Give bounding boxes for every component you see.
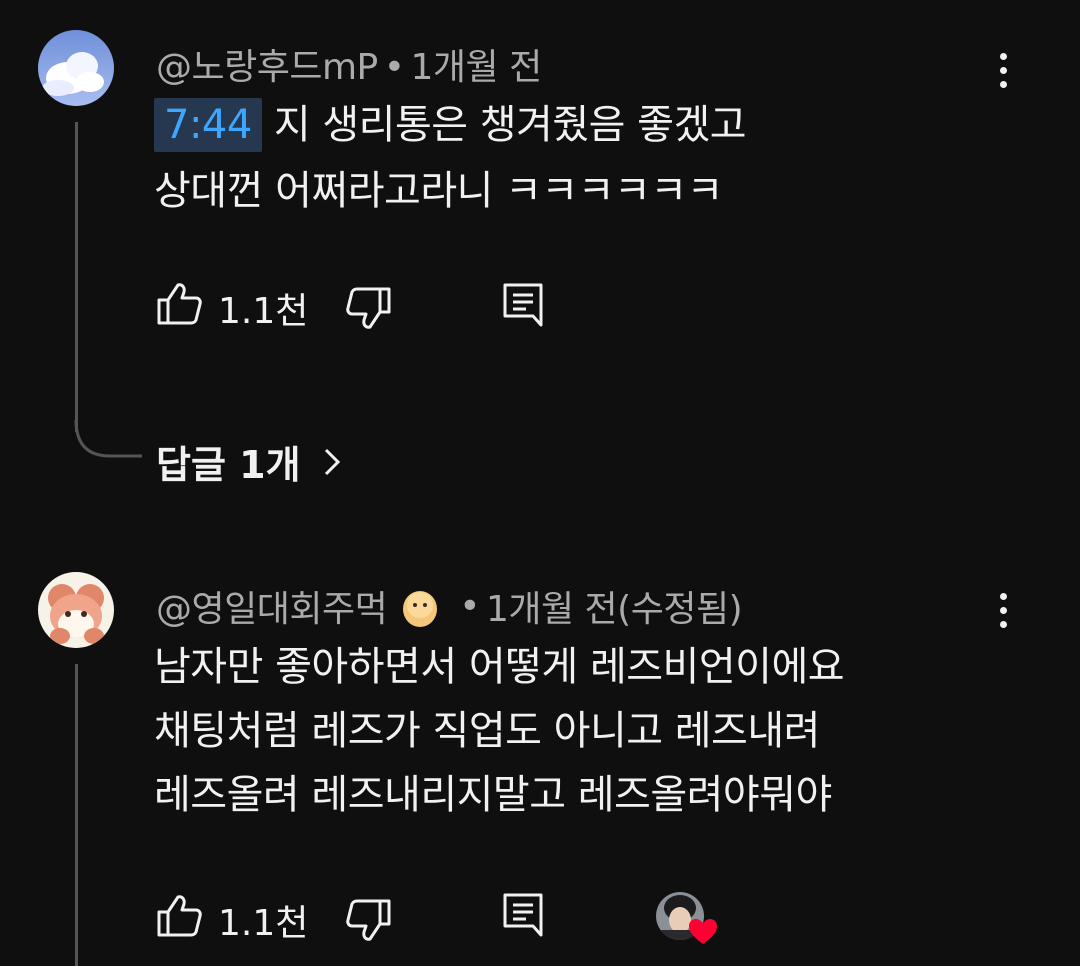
- like-count: 1.1천: [218, 903, 309, 944]
- replies-label: 답글 1개: [156, 443, 301, 487]
- reply-comment-icon[interactable]: [502, 282, 544, 328]
- view-replies-button[interactable]: 답글 1개: [156, 434, 341, 489]
- thread-connector: [74, 420, 142, 458]
- creator-heart-badge: [654, 890, 722, 948]
- timestamp-link[interactable]: 7:44: [154, 98, 262, 152]
- separator-dot: •: [383, 47, 405, 88]
- comment-time[interactable]: 1개월 전(수정됨): [486, 580, 743, 632]
- comment-line-1: 남자만 좋아하면서 어떻게 레즈비언이에요: [154, 644, 845, 690]
- thumb-up-icon[interactable]: [156, 894, 204, 938]
- like-count: 1.1천: [218, 291, 309, 332]
- thread-line: [75, 664, 78, 966]
- comment-time[interactable]: 1개월 전: [411, 47, 543, 88]
- comment-text: 7:44 지 생리통은 챙겨줬음 좋겠고 상대껀 어쩌라고라니 ㅋㅋㅋㅋㅋㅋ: [154, 98, 747, 218]
- comment-line-2: 상대껀 어쩌라고라니 ㅋㅋㅋㅋㅋㅋ: [154, 168, 723, 214]
- comment-line-2: 채팅처럼 레즈가 직업도 아니고 레즈내려: [154, 708, 820, 754]
- reply-comment-icon[interactable]: [502, 892, 544, 938]
- author-handle[interactable]: @영일대회주먹: [156, 580, 388, 632]
- comment-line-1: 7:44 지 생리통은 챙겨줬음 좋겠고: [154, 98, 747, 152]
- author-handle[interactable]: @노랑후드mP: [156, 47, 378, 88]
- thumb-up-icon[interactable]: [156, 282, 204, 326]
- comment-author-line: @영일대회주먹 • 1개월 전(수정됨): [156, 580, 743, 632]
- more-options-icon[interactable]: [983, 580, 1023, 640]
- thread-line: [75, 122, 78, 432]
- thumb-down-icon[interactable]: [344, 286, 392, 330]
- member-badge-icon: [403, 591, 438, 627]
- comment-author-line: @노랑후드mP • 1개월 전: [156, 38, 542, 90]
- comment-line-3: 레즈올려 레즈내리지말고 레즈올려야뭐야: [154, 772, 832, 818]
- separator-dot: •: [459, 585, 480, 627]
- comment-line-1-text: 지 생리통은 챙겨줬음 좋겠고: [273, 102, 747, 148]
- thumb-down-icon[interactable]: [344, 898, 392, 942]
- commenter-avatar[interactable]: [38, 572, 114, 648]
- more-options-icon[interactable]: [983, 40, 1023, 100]
- commenter-avatar[interactable]: [38, 30, 114, 106]
- heart-icon: [689, 919, 717, 944]
- comment-text: 남자만 좋아하면서 어떻게 레즈비언이에요 채팅처럼 레즈가 직업도 아니고 레…: [154, 640, 845, 822]
- chevron-right-icon: [324, 448, 340, 475]
